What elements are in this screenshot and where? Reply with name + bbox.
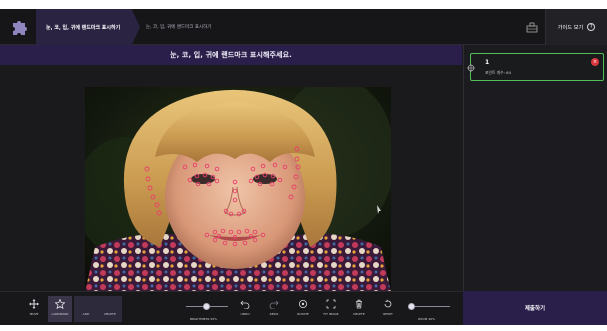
fit-image-icon	[326, 299, 336, 309]
delete-label: DELETE	[353, 312, 365, 316]
canvas-area[interactable]: 눈, 코, 입, 귀에 랜드마크 표시해주세요.	[0, 45, 462, 292]
reset-icon	[384, 299, 392, 308]
object-point-count: 포인트 개수: 64	[485, 70, 511, 75]
submit-label: 제출하기	[524, 306, 546, 312]
brightness-knob[interactable]	[203, 303, 210, 310]
zoom-knob[interactable]	[408, 303, 415, 310]
add-button[interactable]: ADD	[74, 296, 98, 322]
puzzle-logo-icon	[13, 21, 27, 35]
landmark-icon	[55, 299, 65, 309]
breadcrumb-active-label: 눈, 코, 입, 귀에 랜드마크 표시하기	[46, 24, 121, 31]
bottom-toolbar: MOVE LANDMARK ADD DELETE BRIGHTNESS 50% …	[0, 291, 463, 325]
object-card[interactable]: 1 포인트 개수: 64 ×	[467, 53, 604, 81]
brightness-slider[interactable]	[186, 302, 228, 312]
reset-label: RESET	[383, 312, 393, 316]
landmark-button[interactable]: LANDMARK	[48, 296, 72, 322]
move-label: MOVE	[29, 312, 39, 316]
zoom-label: ZOOM 40%	[418, 317, 435, 321]
breadcrumb-label: 눈, 코, 입, 귀에 랜드마크 표시하기	[146, 25, 212, 30]
zoom-slider[interactable]	[408, 302, 450, 312]
face-photo	[85, 87, 391, 292]
top-bar: 눈, 코, 입, 귀에 랜드마크 표시하기 눈, 코, 입, 귀에 랜드마크 표…	[0, 9, 607, 45]
undo-button[interactable]: UNDO	[233, 296, 257, 322]
redo-button[interactable]: REDO	[262, 296, 286, 322]
breadcrumb: 눈, 코, 입, 귀에 랜드마크 표시하기	[146, 9, 211, 45]
landmark-label: LANDMARK	[51, 312, 69, 316]
object-list-panel: 1 포인트 개수: 64 ×	[463, 45, 607, 291]
fit-image-label: FIT IMAGE	[323, 312, 339, 316]
object-number: 1	[485, 59, 490, 66]
undo-icon	[240, 300, 250, 309]
brightness-label: BRIGHTNESS 50%	[190, 317, 218, 321]
toolbox-button[interactable]	[520, 9, 544, 45]
instruction-text: 눈, 코, 입, 귀에 랜드마크 표시해주세요.	[170, 51, 292, 59]
add-label: ADD	[82, 312, 90, 316]
help-icon: ?	[587, 23, 596, 31]
rotate-label: ROTATE	[297, 312, 309, 316]
submit-button[interactable]: 제출하기	[463, 291, 607, 325]
move-button[interactable]: MOVE	[22, 296, 46, 322]
delete-button[interactable]: DELETE	[347, 296, 371, 322]
guide-button[interactable]: 가이드 보기 ?	[545, 9, 607, 45]
trash-icon	[356, 299, 362, 309]
breadcrumb-active-step[interactable]: 눈, 코, 입, 귀에 랜드마크 표시하기	[36, 9, 140, 45]
redo-icon	[269, 300, 279, 309]
app-window: 눈, 코, 입, 귀에 랜드마크 표시하기 눈, 코, 입, 귀에 랜드마크 표…	[0, 9, 607, 325]
guide-label: 가이드 보기	[557, 24, 584, 31]
reset-button[interactable]: RESET	[376, 296, 400, 322]
move-icon	[29, 299, 39, 309]
toolbox-icon	[526, 22, 538, 33]
instruction-banner: 눈, 코, 입, 귀에 랜드마크 표시해주세요.	[0, 45, 462, 65]
redo-label: REDO	[269, 312, 279, 316]
rotate-icon	[299, 300, 307, 308]
crosshair-icon	[467, 64, 475, 72]
delete-tool-button[interactable]: DELETE	[98, 296, 122, 322]
close-icon[interactable]: ×	[591, 58, 599, 66]
fit-image-button[interactable]: FIT IMAGE	[319, 296, 343, 322]
delete-tool-label: DELETE	[104, 312, 116, 316]
rotate-button[interactable]: ROTATE	[291, 296, 315, 322]
undo-label: UNDO	[240, 312, 250, 316]
annotation-image[interactable]	[85, 87, 391, 292]
